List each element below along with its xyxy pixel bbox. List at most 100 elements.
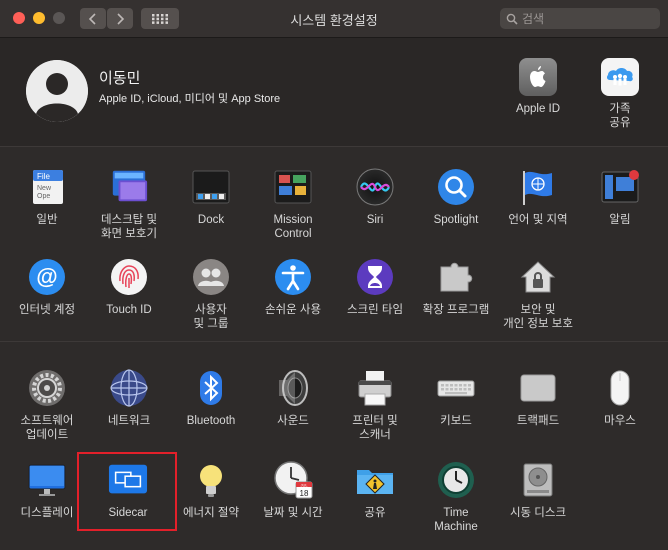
- keyboard-icon: [436, 368, 476, 408]
- pref-family-sharing[interactable]: 가족 공유: [585, 58, 655, 130]
- search-input[interactable]: [522, 11, 652, 26]
- gear-icon: [27, 368, 67, 408]
- search-icon: [506, 13, 518, 25]
- system-preferences-window: 시스템 환경설정 이동민 Apple ID, iCloud, 미디어 및 App…: [0, 0, 668, 550]
- pref-network[interactable]: 네트워크: [88, 368, 170, 428]
- hard-drive-icon: [518, 460, 558, 500]
- trackpad-label: 트랙패드: [516, 415, 560, 427]
- pref-accessibility[interactable]: 손쉬운 사용: [252, 257, 334, 317]
- mission-label-line2: Control: [274, 228, 312, 240]
- globe-network-icon: [109, 368, 149, 408]
- siri-label: Siri: [366, 214, 384, 226]
- pref-users-groups[interactable]: 사용자 및 그룹: [170, 257, 252, 331]
- energy-saver-label: 에너지 절약: [182, 507, 240, 519]
- pref-displays[interactable]: 디스플레이: [6, 460, 88, 520]
- users-groups-label: 사용자 및 그룹: [170, 303, 252, 331]
- apple-logo-icon: [519, 58, 557, 96]
- touch-id-label: Touch ID: [106, 304, 152, 316]
- pref-spotlight[interactable]: Spotlight: [415, 167, 497, 227]
- time-machine-label: Time Machine: [415, 506, 497, 534]
- desktop-icon: [109, 167, 149, 207]
- fingerprint-icon: [109, 257, 149, 297]
- date-time-label: 날짜 및 시간: [263, 507, 323, 519]
- pref-touch-id[interactable]: Touch ID: [88, 257, 170, 317]
- users-icon: [191, 257, 231, 297]
- pref-siri[interactable]: Siri: [334, 167, 416, 227]
- accessibility-icon: [273, 257, 313, 297]
- pref-printers-scanners[interactable]: 프린터 및 스캐너: [334, 368, 416, 442]
- apple-id-label: Apple ID: [515, 103, 561, 115]
- svg-text:Ope: Ope: [37, 193, 50, 200]
- pref-keyboard[interactable]: 키보드: [415, 368, 497, 428]
- spotlight-label: Spotlight: [433, 214, 479, 226]
- search-field[interactable]: [500, 8, 660, 29]
- mouse-icon: [600, 368, 640, 408]
- pref-time-machine[interactable]: Time Machine: [415, 460, 497, 534]
- house-lock-icon: [518, 257, 558, 297]
- account-subtitle: Apple ID, iCloud, 미디어 및 App Store: [99, 93, 281, 105]
- family-label-line2: 공유: [609, 117, 631, 129]
- family-label-line1: 가족: [609, 103, 631, 115]
- displays-label: 디스플레이: [20, 507, 74, 519]
- software-label-line1: 소프트웨어: [20, 415, 74, 427]
- calendar-day: 18: [300, 489, 309, 498]
- dock-label: Dock: [197, 214, 225, 226]
- pref-date-time[interactable]: JUL 18 날짜 및 시간: [252, 460, 334, 520]
- printers-label-line2: 스캐너: [359, 429, 391, 441]
- users-label-line1: 사용자: [195, 304, 227, 316]
- clock-calendar-icon: JUL 18: [273, 460, 313, 500]
- light-bulb-icon: [191, 460, 231, 500]
- pref-mouse[interactable]: 마우스: [579, 368, 661, 428]
- internet-accounts-label: 인터넷 계정: [18, 304, 76, 316]
- pref-desktop-screensaver[interactable]: 데스크탑 및 화면 보호기: [88, 167, 170, 241]
- general-icon: File New Ope: [27, 167, 67, 207]
- siri-icon: [355, 167, 395, 207]
- mission-control-icon: [273, 167, 313, 207]
- pref-software-update[interactable]: 소프트웨어 업데이트: [6, 368, 88, 442]
- pref-mission-control[interactable]: Mission Control: [252, 167, 334, 241]
- pref-bluetooth[interactable]: Bluetooth: [170, 368, 252, 428]
- security-privacy-label: 보안 및 개인 정보 보호: [497, 303, 579, 331]
- users-label-line2: 및 그룹: [193, 318, 229, 330]
- titlebar: 시스템 환경설정: [0, 0, 668, 38]
- pref-screen-time[interactable]: 스크린 타임: [334, 257, 416, 317]
- pref-notifications[interactable]: 알림: [579, 167, 661, 227]
- sharing-label: 공유: [364, 507, 386, 519]
- svg-text:File: File: [37, 172, 50, 181]
- mission-label-line1: Mission: [273, 214, 313, 226]
- account-section: 이동민 Apple ID, iCloud, 미디어 및 App Store Ap…: [0, 38, 668, 146]
- svg-text:New: New: [37, 185, 52, 192]
- pref-energy-saver[interactable]: 에너지 절약: [170, 460, 252, 520]
- screen-time-label: 스크린 타임: [346, 304, 404, 316]
- language-region-label: 언어 및 지역: [508, 214, 568, 226]
- puzzle-piece-icon: [436, 257, 476, 297]
- account-name: 이동민: [99, 70, 141, 87]
- desktop-label: 데스크탑 및 화면 보호기: [88, 213, 170, 241]
- extensions-label: 확장 프로그램: [422, 304, 490, 316]
- user-silhouette-icon: [26, 60, 88, 122]
- pref-sound[interactable]: 사운드: [252, 368, 334, 428]
- hourglass-icon: [355, 257, 395, 297]
- flag-icon: [518, 167, 558, 207]
- pref-apple-id[interactable]: Apple ID: [503, 58, 573, 116]
- pref-dock[interactable]: Dock: [170, 167, 252, 227]
- avatar[interactable]: [26, 60, 88, 122]
- pref-language-region[interactable]: 언어 및 지역: [497, 167, 579, 227]
- pref-extensions[interactable]: 확장 프로그램: [415, 257, 497, 317]
- software-update-label: 소프트웨어 업데이트: [6, 414, 88, 442]
- trackpad-icon: [518, 368, 558, 408]
- pref-sharing[interactable]: 공유: [334, 460, 416, 520]
- keyboard-label: 키보드: [440, 415, 472, 427]
- speaker-icon: [273, 368, 313, 408]
- pref-trackpad[interactable]: 트랙패드: [497, 368, 579, 428]
- dock-icon: [191, 167, 231, 207]
- time-machine-label-line1: Time: [443, 507, 469, 519]
- desktop-label-line2: 화면 보호기: [100, 228, 158, 240]
- pref-security-privacy[interactable]: 보안 및 개인 정보 보호: [497, 257, 579, 331]
- general-label: 일반: [36, 214, 58, 226]
- pref-startup-disk[interactable]: 시동 디스크: [497, 460, 579, 520]
- bluetooth-icon: [191, 368, 231, 408]
- pref-internet-accounts[interactable]: @ 인터넷 계정: [6, 257, 88, 317]
- security-label-line1: 보안 및: [520, 304, 556, 316]
- pref-general[interactable]: File New Ope 일반: [6, 167, 88, 227]
